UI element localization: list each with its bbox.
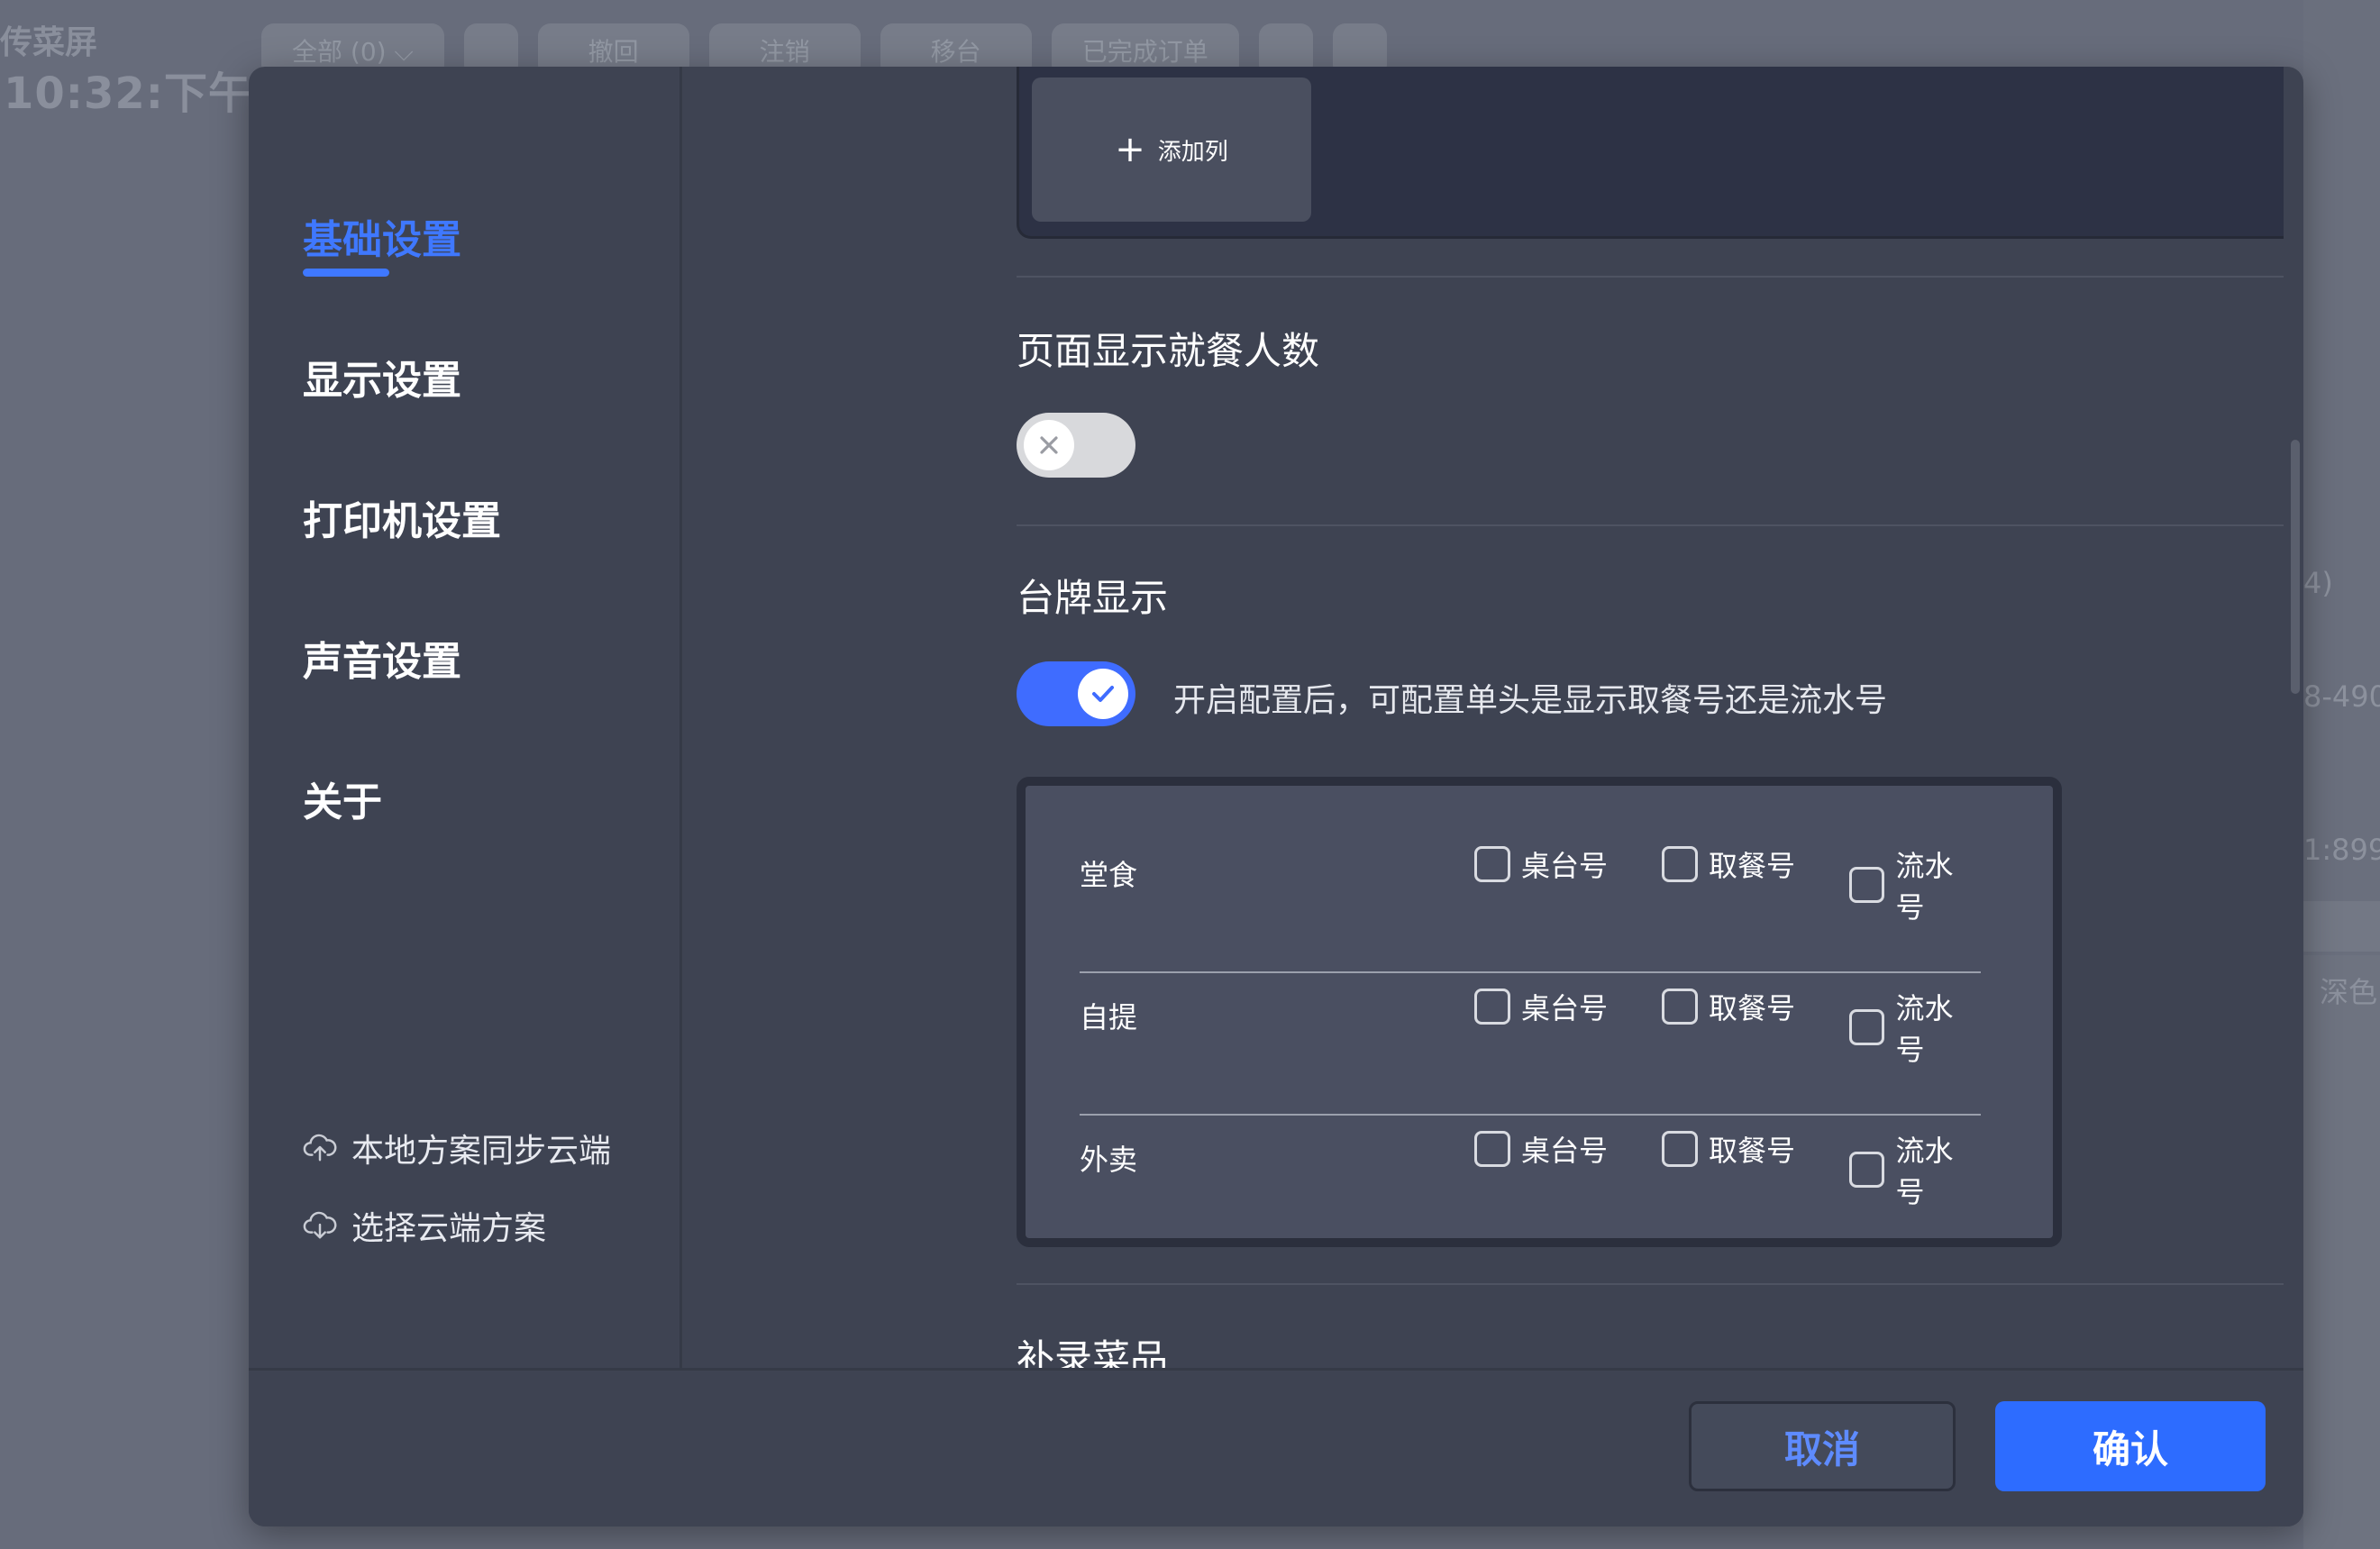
checkbox-label: 桌台号 (1521, 1134, 1609, 1168)
content-scrollbar[interactable] (2291, 440, 2300, 694)
section-divider (1017, 524, 2284, 526)
supplement-dishes-title: 补录菜品 (1017, 1336, 1169, 1368)
option-row-label: 自提 (1080, 1000, 1138, 1034)
table-card-toggle[interactable] (1017, 661, 1135, 726)
background-fragment: 8-490 (2303, 679, 2380, 714)
sidebar-item-basic-settings[interactable]: 基础设置 (303, 207, 461, 265)
sidebar-item-sound-settings[interactable]: 声音设置 (303, 629, 461, 687)
background-fragment: 深色 (2320, 975, 2378, 1009)
checkbox-serial-number[interactable]: 流水号 (1849, 986, 1981, 1069)
settings-dialog: 基础设置 显示设置 打印机设置 声音设置 关于 本地方案同步云端 选择云端方案 … (249, 67, 2303, 1526)
toggle-knob (1078, 669, 1128, 719)
add-column-label: 添加列 (1157, 138, 1228, 166)
checkbox-label: 流水号 (1895, 1134, 1954, 1209)
dialog-footer: 取消 确认 (249, 1368, 2303, 1526)
sidebar-item-printer-settings[interactable]: 打印机设置 (303, 488, 501, 546)
select-cloud-plan-link[interactable]: 选择云端方案 (303, 1202, 546, 1249)
checkbox-box (1849, 1009, 1885, 1045)
checkbox-pickup-number[interactable]: 取餐号 (1662, 843, 1795, 885)
checkbox-box (1474, 989, 1510, 1025)
option-row-label: 堂食 (1080, 858, 1138, 892)
option-row-self-pickup: 自提 桌台号 取餐号 流水号 (1080, 979, 1981, 1116)
background-time: 10:32:下午 (4, 68, 252, 119)
diners-count-title: 页面显示就餐人数 (1017, 329, 1320, 373)
checkbox-label: 取餐号 (1709, 849, 1796, 883)
option-row-delivery: 外卖 桌台号 取餐号 流水号 (1080, 1121, 1981, 1209)
cloud-download-icon (303, 1211, 337, 1239)
checkbox-box (1662, 1131, 1698, 1167)
checkbox-label: 取餐号 (1709, 1134, 1796, 1168)
section-divider (1017, 276, 2284, 278)
sync-to-cloud-link[interactable]: 本地方案同步云端 (303, 1125, 611, 1171)
sidebar-item-about[interactable]: 关于 (303, 770, 382, 827)
cancel-button[interactable]: 取消 (1689, 1401, 1956, 1491)
active-tab-indicator (303, 269, 389, 277)
column-config-panel: + 添加列 (1017, 67, 2284, 239)
checkbox-box (1849, 867, 1885, 903)
checkbox-label: 流水号 (1895, 849, 1954, 925)
checkbox-pickup-number[interactable]: 取餐号 (1662, 986, 1795, 1027)
confirm-button[interactable]: 确认 (1995, 1401, 2266, 1491)
diners-count-toggle[interactable] (1017, 413, 1135, 478)
checkbox-box (1662, 846, 1698, 882)
checkbox-table-number[interactable]: 桌台号 (1474, 843, 1608, 885)
checkbox-serial-number[interactable]: 流水号 (1849, 1128, 1981, 1211)
checkbox-box (1474, 846, 1510, 882)
checkbox-box (1662, 989, 1698, 1025)
table-card-note: 开启配置后，可配置单头是显示取餐号还是流水号 (1173, 682, 1888, 719)
table-card-title: 台牌显示 (1017, 576, 1169, 620)
checkbox-label: 桌台号 (1521, 991, 1609, 1025)
sync-to-cloud-label: 本地方案同步云端 (351, 1133, 612, 1170)
checkbox-label: 桌台号 (1521, 849, 1609, 883)
checkbox-box (1849, 1152, 1885, 1188)
checkbox-serial-number[interactable]: 流水号 (1849, 843, 1981, 926)
background-title: 传菜屏 (0, 24, 98, 61)
checkbox-table-number[interactable]: 桌台号 (1474, 1128, 1608, 1170)
checkbox-table-number[interactable]: 桌台号 (1474, 986, 1608, 1027)
checkbox-label: 流水号 (1895, 991, 1954, 1067)
checkbox-box (1474, 1131, 1510, 1167)
background-divider (2303, 955, 2380, 1549)
checkbox-pickup-number[interactable]: 取餐号 (1662, 1128, 1795, 1170)
background-fragment: 4) (2303, 566, 2333, 600)
select-cloud-plan-label: 选择云端方案 (351, 1210, 547, 1247)
settings-content: + 添加列 页面显示就餐人数 台牌显示 开启配置后，可配置单头是显示取餐号还是流… (679, 67, 2284, 1368)
row-separator (1080, 1114, 1981, 1116)
plus-icon: + (1115, 129, 1145, 170)
sidebar-item-display-settings[interactable]: 显示设置 (303, 348, 461, 405)
option-row-dine-in: 堂食 桌台号 取餐号 流水号 (1080, 836, 1981, 973)
close-icon (1040, 436, 1058, 454)
background-fragment: 1:8999 (2303, 833, 2380, 867)
check-icon (1092, 686, 1114, 702)
cloud-upload-icon (303, 1134, 337, 1162)
toggle-knob (1024, 420, 1074, 470)
background-divider (2303, 901, 2380, 952)
row-separator (1080, 971, 1981, 973)
option-row-label: 外卖 (1080, 1143, 1138, 1177)
add-column-button[interactable]: + 添加列 (1032, 77, 1311, 222)
order-number-options: 堂食 桌台号 取餐号 流水号 自提 桌台号 取餐号 流水号 外卖 桌台号 取餐号… (1017, 777, 2062, 1247)
checkbox-label: 取餐号 (1709, 991, 1796, 1025)
settings-sidebar: 基础设置 显示设置 打印机设置 声音设置 关于 本地方案同步云端 选择云端方案 (249, 67, 682, 1368)
section-divider (1017, 1283, 2284, 1285)
